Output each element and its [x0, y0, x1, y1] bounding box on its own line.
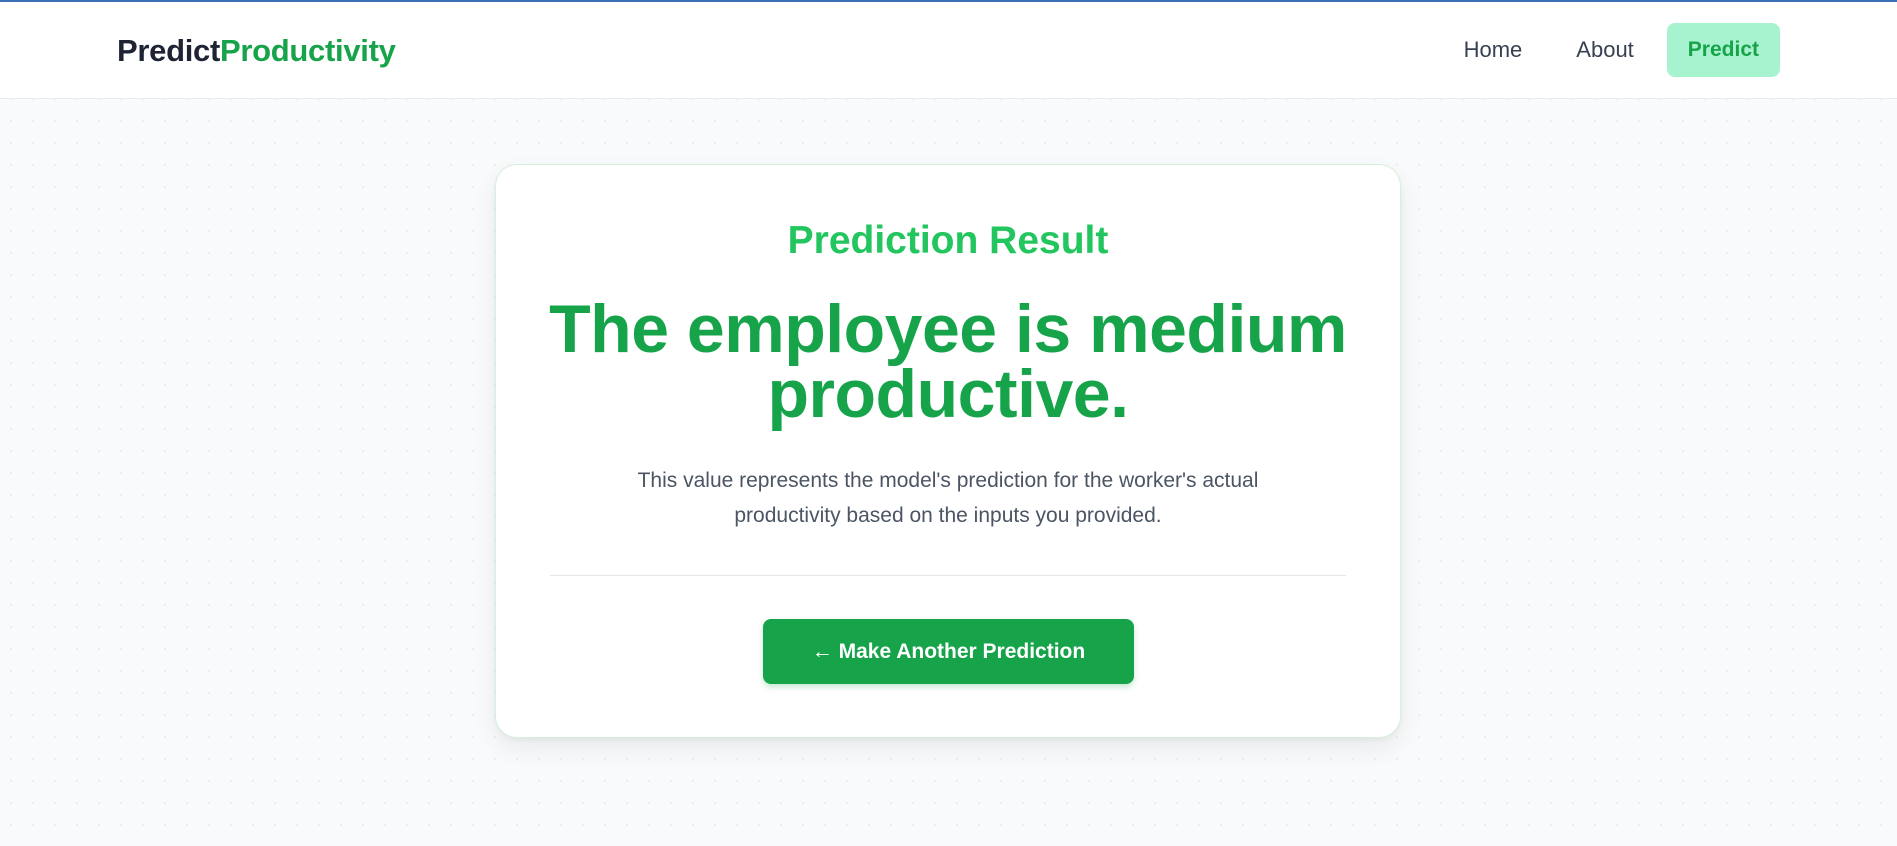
- nav-about-link[interactable]: About: [1549, 23, 1661, 77]
- result-description: This value represents the model's predic…: [637, 469, 1259, 527]
- logo-part-predict: Predict: [117, 33, 220, 68]
- make-another-prediction-button[interactable]: ← Make Another Prediction: [763, 619, 1134, 684]
- nav-predict-link[interactable]: Predict: [1666, 23, 1780, 77]
- main-nav: Home About Predict: [1437, 23, 1780, 77]
- divider: [550, 575, 1346, 576]
- logo[interactable]: PredictProductivity: [117, 31, 396, 71]
- arrow-left-icon: ←: [811, 640, 833, 663]
- prediction-result-card: Prediction Result The employee is medium…: [495, 164, 1401, 738]
- card-heading: Prediction Result: [787, 219, 1109, 262]
- button-label: Make Another Prediction: [838, 640, 1086, 663]
- nav-home-link[interactable]: Home: [1437, 23, 1550, 77]
- prediction-result-text: The employee is medium productive.: [549, 291, 1347, 432]
- navbar: PredictProductivity Home About Predict: [0, 2, 1897, 99]
- logo-part-productivity: Productivity: [220, 33, 396, 68]
